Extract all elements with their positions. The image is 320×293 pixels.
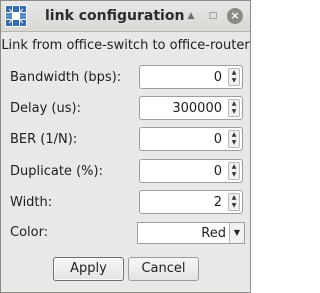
ber-label: BER (1/N):	[10, 132, 78, 147]
color-label: Color:	[10, 225, 49, 240]
spin-up-icon[interactable]: ▲	[229, 163, 239, 171]
cancel-button[interactable]: Cancel	[128, 257, 199, 281]
delay-label: Delay (us):	[10, 101, 81, 116]
ber-value[interactable]: 0	[214, 132, 222, 147]
width-row: Width: 2 ▲ ▼	[1, 190, 250, 216]
width-value[interactable]: 2	[214, 195, 222, 210]
width-label: Width:	[10, 195, 53, 210]
width-stepper[interactable]: ▲ ▼	[228, 193, 240, 211]
bandwidth-spinbox[interactable]: 0 ▲ ▼	[139, 65, 243, 89]
color-select[interactable]: Red ▼	[137, 222, 245, 244]
imunes-icon	[5, 5, 27, 27]
duplicate-stepper[interactable]: ▲ ▼	[228, 162, 240, 180]
spin-down-icon[interactable]: ▼	[229, 171, 239, 179]
width-spinbox[interactable]: 2 ▲ ▼	[139, 190, 243, 214]
spin-down-icon[interactable]: ▼	[229, 139, 239, 147]
ber-spinbox[interactable]: 0 ▲ ▼	[139, 127, 243, 151]
spin-down-icon[interactable]: ▼	[229, 108, 239, 116]
duplicate-spinbox[interactable]: 0 ▲ ▼	[139, 159, 243, 183]
delay-stepper[interactable]: ▲ ▼	[228, 99, 240, 117]
spin-down-icon[interactable]: ▼	[229, 77, 239, 85]
ber-stepper[interactable]: ▲ ▼	[228, 130, 240, 148]
close-icon[interactable]: ×	[227, 8, 243, 24]
spin-down-icon[interactable]: ▼	[229, 202, 239, 210]
dialog-heading: Link from office-switch to office-router	[1, 38, 250, 53]
spin-up-icon[interactable]: ▲	[229, 69, 239, 77]
spin-up-icon[interactable]: ▲	[229, 100, 239, 108]
bandwidth-value[interactable]: 0	[214, 70, 222, 85]
ber-row: BER (1/N): 0 ▲ ▼	[1, 127, 250, 153]
color-row: Color: Red ▼	[1, 222, 250, 248]
delay-row: Delay (us): 300000 ▲ ▼	[1, 96, 250, 122]
spin-up-icon[interactable]: ▲	[229, 131, 239, 139]
color-value: Red	[201, 226, 226, 241]
chevron-down-icon[interactable]: ▼	[229, 223, 244, 243]
title-bar[interactable]: link configuration ▲ □ ×	[1, 1, 250, 32]
duplicate-row: Duplicate (%): 0 ▲ ▼	[1, 159, 250, 185]
bandwidth-label: Bandwidth (bps):	[10, 70, 122, 85]
delay-spinbox[interactable]: 300000 ▲ ▼	[139, 96, 243, 120]
dialog-content: Link from office-switch to office-router…	[1, 32, 250, 292]
shade-icon[interactable]: ▲	[183, 8, 199, 24]
delay-value[interactable]: 300000	[172, 101, 222, 116]
window-title: link configuration	[45, 8, 185, 24]
duplicate-label: Duplicate (%):	[10, 164, 103, 179]
apply-button[interactable]: Apply	[53, 257, 124, 281]
bandwidth-row: Bandwidth (bps): 0 ▲ ▼	[1, 65, 250, 91]
link-configuration-window: link configuration ▲ □ × Link from offic…	[0, 0, 251, 293]
bandwidth-stepper[interactable]: ▲ ▼	[228, 68, 240, 86]
maximize-icon[interactable]: □	[205, 8, 221, 24]
duplicate-value[interactable]: 0	[214, 164, 222, 179]
spin-up-icon[interactable]: ▲	[229, 194, 239, 202]
